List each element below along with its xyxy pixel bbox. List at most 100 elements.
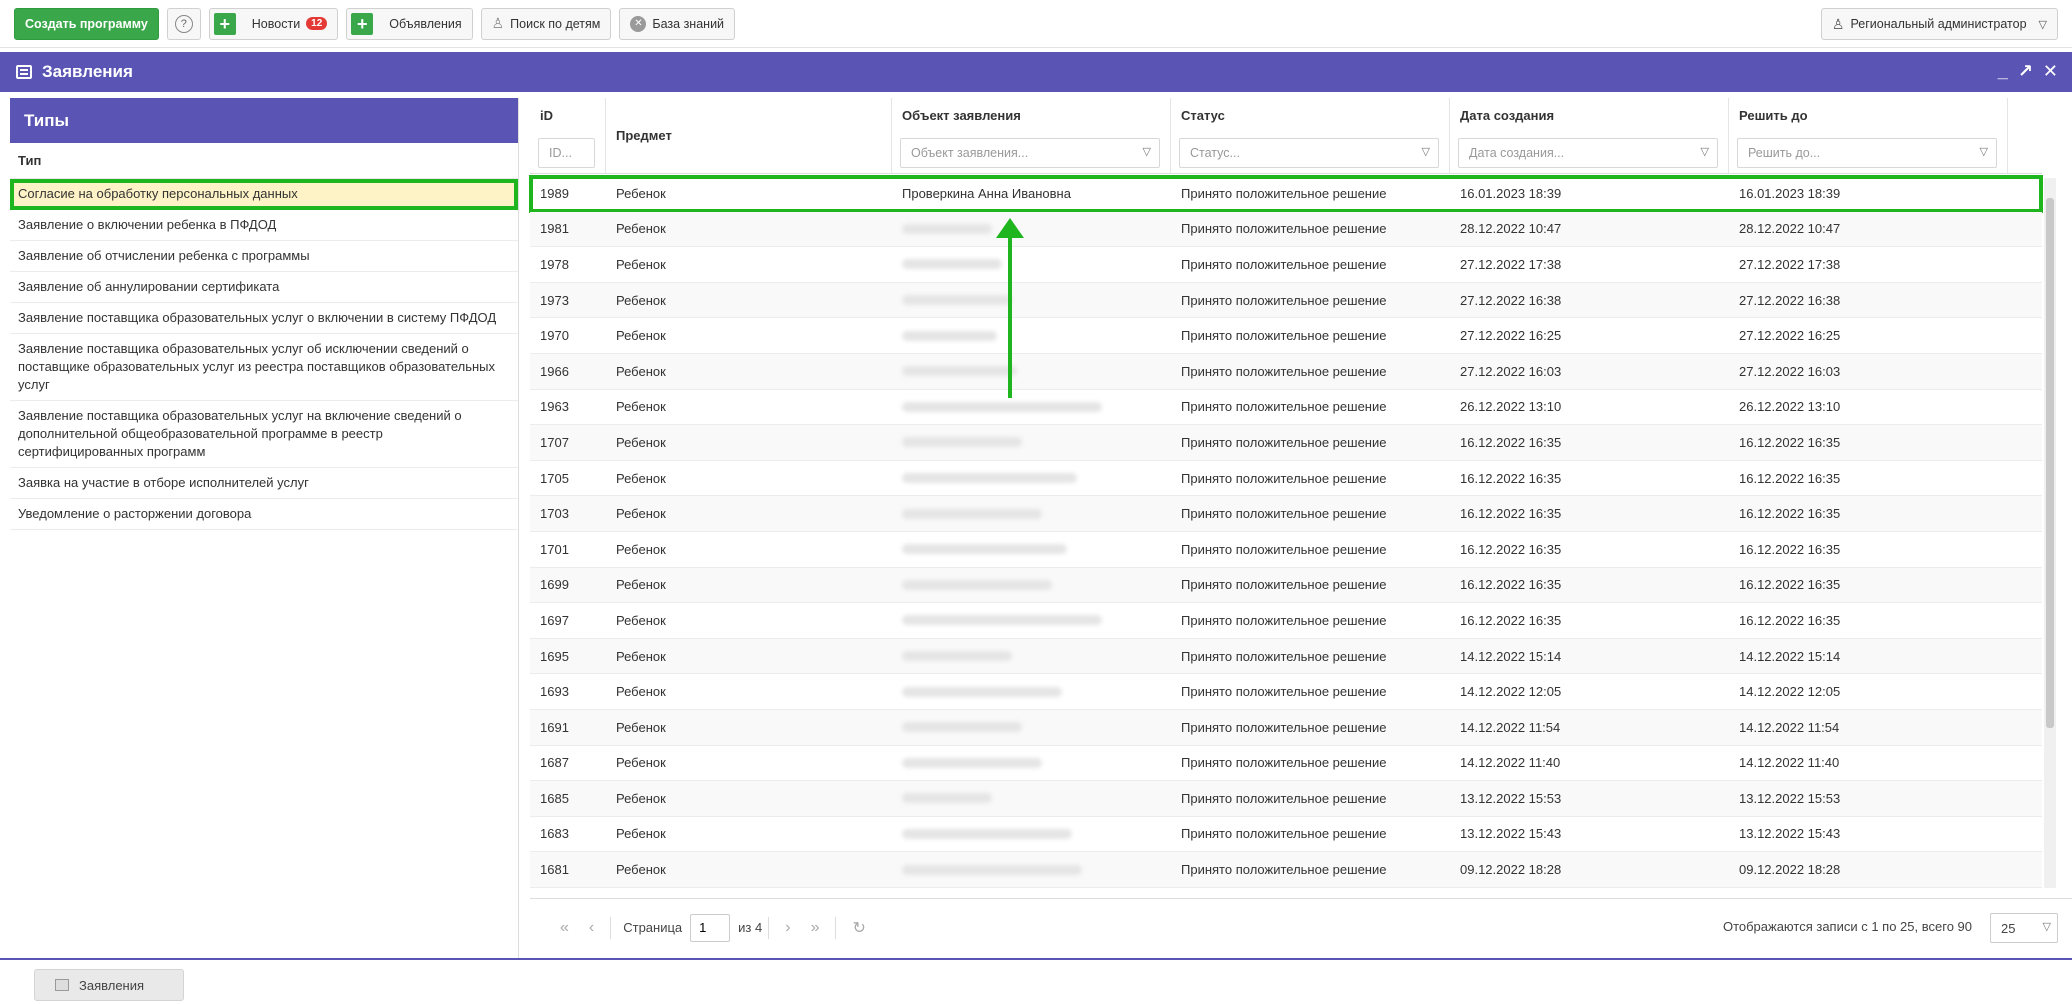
cell-created: 27.12.2022 16:38: [1460, 292, 1562, 308]
status-filter-placeholder: Статус...: [1190, 146, 1240, 160]
column-header-subject[interactable]: Предмет: [606, 98, 892, 174]
table-row[interactable]: 1701 Ребенок Принято положительное решение…: [530, 532, 2042, 568]
grid-scrollbar[interactable]: [2044, 178, 2056, 888]
cell-subject: Ребенок: [616, 790, 666, 806]
table-row[interactable]: 1685 Ребенок Принято положительное решение…: [530, 781, 2042, 817]
table-row[interactable]: 1705 Ребенок Принято положительное решение…: [530, 461, 2042, 497]
table-row[interactable]: 1699 Ребенок Принято положительное решение…: [530, 567, 2042, 604]
news-button[interactable]: + Новости 12: [208, 7, 339, 40]
records-info: Отображаются записи с 1 по 25, всего 90: [1722, 919, 1972, 934]
window-icon: [55, 979, 69, 991]
table-row[interactable]: 1683 Ребенок Принято положительное решение…: [530, 817, 2042, 853]
object-filter-input[interactable]: Объект заявления... ▽: [900, 138, 1160, 168]
column-header-deadline[interactable]: Решить до Решить до... ▽: [1729, 98, 2008, 174]
cell-deadline: 16.12.2022 16:35: [1739, 506, 1841, 522]
page-size-select[interactable]: 25 ▽: [1990, 913, 2058, 943]
create-program-button[interactable]: Создать программу: [14, 7, 159, 40]
next-page-icon[interactable]: ›: [785, 919, 790, 937]
column-header-id[interactable]: iD ID...: [530, 98, 606, 174]
column-object-label: Объект заявления: [902, 108, 1021, 123]
type-list-item[interactable]: Заявление поставщика образовательных усл…: [10, 334, 518, 401]
cell-created: 14.12.2022 11:40: [1460, 755, 1561, 771]
cell-id: 1693: [540, 684, 569, 700]
restore-icon[interactable]: ↗: [2018, 61, 2033, 82]
prev-page-icon[interactable]: ‹: [589, 919, 594, 937]
refresh-icon[interactable]: ↻: [852, 918, 865, 938]
minimize-icon[interactable]: _: [1998, 61, 2008, 82]
redacted-text: [902, 864, 1082, 875]
table-row[interactable]: 1966 Ребенок Принято положительное решение…: [530, 353, 2042, 390]
id-filter-input[interactable]: ID...: [538, 138, 595, 168]
chevron-down-icon[interactable]: ▽: [1422, 145, 1430, 158]
column-header-spacer: [2008, 98, 2042, 174]
cell-created: 16.12.2022 16:35: [1460, 470, 1562, 486]
taskbar-applications-button[interactable]: Заявления: [34, 969, 184, 1001]
column-created-label: Дата создания: [1460, 108, 1555, 123]
table-row[interactable]: 1695 Ребенок Принято положительное решение…: [530, 638, 2042, 675]
table-row[interactable]: 1681 Ребенок Принято положительное решение…: [530, 852, 2042, 888]
table-row[interactable]: 1970 Ребенок Принято положительное решение…: [530, 318, 2042, 354]
cell-subject: Ребенок: [616, 648, 666, 664]
chevron-down-icon[interactable]: ▽: [1143, 145, 1151, 158]
type-list-item[interactable]: Заявка на участие в отборе исполнителей …: [10, 468, 518, 499]
cell-subject: Ребенок: [616, 541, 666, 557]
table-row[interactable]: 1973 Ребенок Принято положительное решение…: [530, 282, 2042, 319]
table-row[interactable]: 1981 Ребенок Принято положительное решение…: [530, 211, 2042, 248]
chevron-down-icon[interactable]: ▽: [1980, 145, 1988, 158]
cell-object: [892, 817, 1171, 852]
cell-id: 1963: [540, 399, 569, 415]
column-header-object[interactable]: Объект заявления Объект заявления... ▽: [892, 98, 1171, 174]
table-row[interactable]: 1963 Ребенок Принято положительное решение…: [530, 390, 2042, 426]
help-button[interactable]: ?: [166, 7, 201, 40]
cell-status: Принято положительное решение: [1181, 434, 1387, 450]
deadline-filter-input[interactable]: Решить до... ▽: [1737, 138, 1997, 168]
table-row[interactable]: 1697 Ребенок Принято положительное решение…: [530, 603, 2042, 639]
table-row[interactable]: 1989 Ребенок Проверкина Анна Ивановна Приня…: [529, 175, 2043, 213]
types-panel-title: Типы: [10, 98, 518, 143]
user-menu-button[interactable]: ♙ Региональный администратор ▽: [1820, 8, 2058, 40]
created-filter-input[interactable]: Дата создания... ▽: [1458, 138, 1718, 168]
close-icon[interactable]: ✕: [2043, 61, 2058, 82]
list-icon: [16, 65, 32, 79]
chevron-down-icon[interactable]: ▽: [1701, 145, 1709, 158]
table-row[interactable]: 1687 Ребенок Принято положительное решение…: [530, 746, 2042, 782]
table-row[interactable]: 1691 Ребенок Принято положительное решение…: [530, 709, 2042, 746]
column-header-status[interactable]: Статус Статус... ▽: [1171, 98, 1450, 174]
table-row[interactable]: 1693 Ребенок Принято положительное решение…: [530, 674, 2042, 710]
type-list-item[interactable]: Заявление об аннулировании сертификата: [10, 272, 518, 303]
grid-rows: 1989 Ребенок Проверкина Анна Ивановна Приня…: [529, 175, 2043, 888]
redacted-text: [902, 579, 1052, 590]
announcements-label: Объявления: [389, 16, 462, 31]
column-header-created[interactable]: Дата создания Дата создания... ▽: [1450, 98, 1729, 174]
knowledge-base-button[interactable]: ✕ База знаний: [619, 7, 736, 40]
redacted-text: [902, 793, 992, 804]
announcements-button[interactable]: + Объявления: [346, 7, 473, 40]
top-toolbar: Создать программу ? + Новости 12 + Объяв…: [0, 0, 2072, 48]
cell-created: 09.12.2022 18:28: [1460, 862, 1562, 878]
cell-subject: Ребенок: [616, 826, 666, 842]
type-list-item[interactable]: Заявление поставщика образовательных усл…: [10, 401, 518, 468]
type-list-item[interactable]: Заявление об отчислении ребенка с програ…: [10, 241, 518, 272]
first-page-icon[interactable]: «: [560, 919, 569, 937]
cell-created: 13.12.2022 15:43: [1460, 826, 1562, 842]
scrollbar-thumb[interactable]: [2046, 198, 2054, 728]
status-filter-input[interactable]: Статус... ▽: [1179, 138, 1439, 168]
type-list-item[interactable]: Заявление поставщика образовательных усл…: [10, 303, 518, 334]
last-page-icon[interactable]: »: [811, 919, 820, 937]
child-search-button[interactable]: ♙ Поиск по детям: [480, 7, 612, 40]
cell-object: [892, 496, 1171, 531]
table-row[interactable]: 1703 Ребенок Принято положительное решение…: [530, 496, 2042, 532]
table-row[interactable]: 1707 Ребенок Принято положительное решение…: [530, 425, 2042, 461]
table-row[interactable]: 1978 Ребенок Принято положительное решение…: [530, 247, 2042, 283]
cell-deadline: 27.12.2022 16:38: [1739, 292, 1841, 308]
cell-subject: Ребенок: [616, 221, 666, 237]
cell-created: 16.12.2022 16:35: [1460, 612, 1562, 628]
cell-id: 1683: [540, 826, 569, 842]
redacted-text: [902, 223, 992, 234]
page-number-input[interactable]: [690, 913, 731, 942]
chevron-down-icon[interactable]: ▽: [2043, 920, 2051, 933]
redacted-text: [902, 722, 1022, 733]
type-list-item[interactable]: Согласие на обработку персональных данны…: [10, 179, 518, 210]
type-list-item[interactable]: Заявление о включении ребенка в ПФДОД: [10, 210, 518, 241]
type-list-item[interactable]: Уведомление о расторжении договора: [10, 499, 518, 530]
